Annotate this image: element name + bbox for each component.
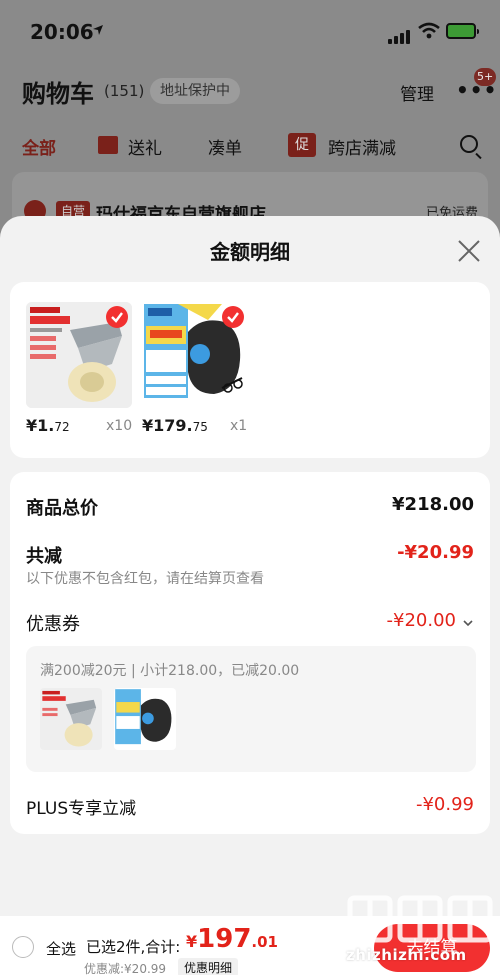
wifi-icon [418, 22, 440, 39]
tab-cross-store[interactable]: 跨店满减 [328, 134, 396, 159]
coupon-product-image-mouse [114, 688, 176, 750]
product-total-value: ¥218.00 [392, 494, 474, 515]
items-card: ¥1.72 x10 ¥179.75 x1 [10, 282, 490, 458]
reduce-note: 以下优惠不包含红包，请在结算页查看 [26, 571, 264, 587]
watermark-text: zhizhizhi.com [346, 946, 467, 964]
total-price: ¥197.01 [186, 924, 278, 954]
item-qty-2: x1 [230, 418, 248, 434]
price-detail-sheet: 金额明细 ¥1.72 x10 ¥179.75 x1 商品总价 ¥218.00 共… [0, 216, 500, 916]
status-bar: 20:06 [0, 0, 500, 62]
search-icon[interactable] [460, 135, 478, 153]
plus-label: PLUS专享立减 [26, 799, 137, 819]
select-all-label[interactable]: 全选 [46, 938, 76, 959]
cart-tabs: 全部 送礼 凑单 促 跨店满减 [0, 128, 500, 164]
selected-check-icon [106, 306, 128, 328]
tab-bundle[interactable]: 凑单 [208, 134, 242, 159]
gift-icon [98, 136, 118, 154]
coupon-product-image-caster [40, 688, 102, 750]
item-price-2-main: ¥179. [142, 416, 193, 435]
item-price-1-cents: 72 [54, 420, 70, 434]
status-time: 20:06 [30, 20, 94, 44]
product-total-label: 商品总价 [26, 498, 98, 519]
coupon-value[interactable]: -¥20.00 [387, 610, 456, 631]
select-all-radio[interactable] [12, 936, 34, 958]
total-cents: .01 [251, 933, 278, 951]
chevron-down-icon[interactable] [462, 618, 474, 628]
cell-signal-icon [388, 25, 412, 44]
item-qty-1: x10 [106, 418, 133, 434]
total-yen: ¥ [186, 932, 198, 951]
item-price-2-cents: 75 [192, 420, 208, 434]
item-price-2: ¥179.75 [142, 416, 208, 435]
cart-header: 购物车 (151) 地址保护中 管理 ••• 5+ [0, 68, 500, 114]
selected-summary: 已选2件,合计: [86, 938, 181, 956]
discount-detail-link[interactable]: 优惠明细 [178, 958, 239, 975]
message-badge: 5+ [474, 68, 497, 86]
coupon-label: 优惠券 [26, 614, 80, 635]
plus-value: -¥0.99 [415, 794, 474, 815]
selected-check-icon [222, 306, 244, 328]
close-icon[interactable] [456, 238, 482, 264]
discount-summary: 优惠减:¥20.99 [84, 962, 167, 975]
sheet-title: 金额明细 [210, 240, 290, 264]
address-protect-pill[interactable]: 地址保护中 [150, 78, 240, 104]
tab-gift[interactable]: 送礼 [128, 134, 162, 159]
reduce-label: 共减 [26, 546, 62, 567]
cart-count: (151) [104, 82, 145, 100]
product-image-caster[interactable] [26, 302, 132, 408]
tab-all[interactable]: 全部 [22, 134, 56, 159]
page-title: 购物车 [22, 80, 94, 108]
coupon-info: 满200减20元 | 小计218.00，已减20.00 [40, 663, 300, 679]
total-int: 197 [197, 924, 252, 954]
reduce-value: -¥20.99 [397, 542, 474, 563]
battery-icon [446, 23, 479, 39]
promo-icon: 促 [288, 133, 316, 157]
item-price-1: ¥1.72 [26, 416, 70, 435]
product-image-mouse[interactable] [142, 302, 248, 408]
price-breakdown-card: 商品总价 ¥218.00 共减 -¥20.99 以下优惠不包含红包，请在结算页查… [10, 472, 490, 834]
item-price-1-main: ¥1. [26, 416, 55, 435]
coupon-detail-box: 满200减20元 | 小计218.00，已减20.00 [26, 646, 476, 772]
manage-button[interactable]: 管理 [400, 80, 434, 105]
location-icon [93, 25, 103, 35]
